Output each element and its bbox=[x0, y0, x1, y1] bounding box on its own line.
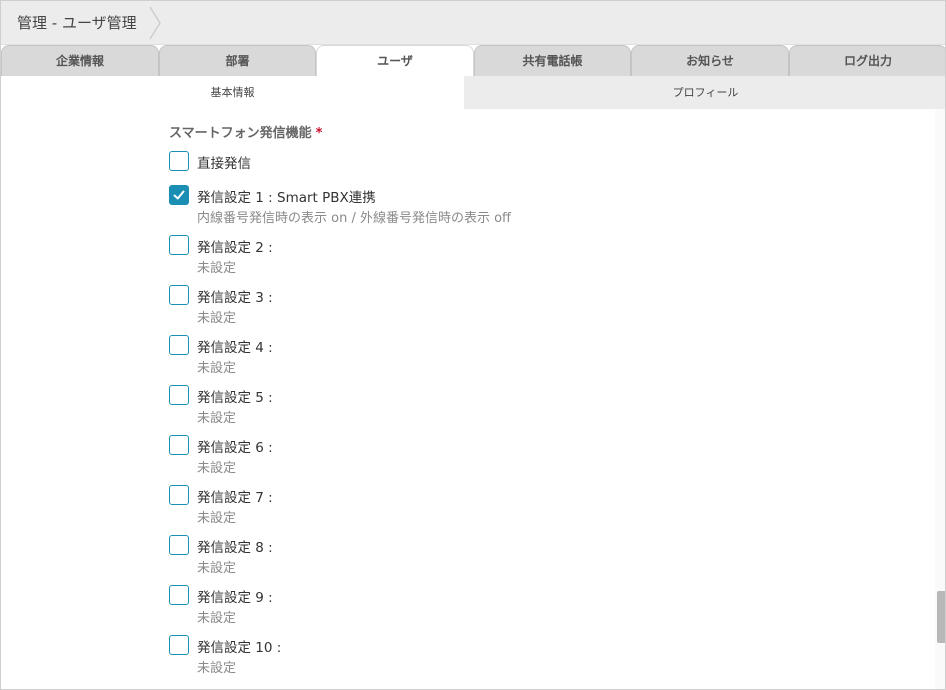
subtab-profile[interactable]: プロフィール bbox=[464, 76, 945, 109]
checkbox[interactable] bbox=[169, 385, 189, 405]
option-description: 未設定 bbox=[197, 661, 237, 676]
tab-user[interactable]: ユーザ bbox=[316, 45, 474, 77]
section-title-text: スマートフォン発信機能 bbox=[169, 126, 312, 141]
tab-label: ユーザ bbox=[377, 54, 413, 68]
chevron-right-icon bbox=[149, 6, 161, 40]
option-description: 未設定 bbox=[197, 411, 237, 426]
option-label: 直接発信 bbox=[197, 156, 251, 172]
option-description: 未設定 bbox=[197, 511, 237, 526]
checkbox[interactable] bbox=[169, 335, 189, 355]
sub-tabs: 基本情報 プロフィール bbox=[1, 76, 945, 109]
breadcrumb: 管理 - ユーザ管理 bbox=[1, 1, 945, 45]
option-label: 発信設定 1 : Smart PBX連携 bbox=[197, 190, 376, 206]
check-icon bbox=[173, 190, 185, 200]
checkbox[interactable] bbox=[169, 585, 189, 605]
subtab-basic-info[interactable]: 基本情報 bbox=[1, 76, 464, 109]
option-label: 発信設定 7 : bbox=[197, 490, 273, 506]
checkbox[interactable] bbox=[169, 485, 189, 505]
checkbox[interactable] bbox=[169, 435, 189, 455]
option-label: 発信設定 2 : bbox=[197, 240, 273, 256]
option-label: 発信設定 10 : bbox=[197, 640, 282, 656]
section-title: スマートフォン発信機能 * bbox=[169, 122, 322, 141]
checkbox[interactable] bbox=[169, 285, 189, 305]
option-description: 内線番号発信時の表示 on / 外線番号発信時の表示 off bbox=[197, 211, 512, 226]
option-label: 発信設定 4 : bbox=[197, 340, 273, 356]
tab-department[interactable]: 部署 bbox=[159, 45, 316, 76]
tab-notices[interactable]: お知らせ bbox=[631, 45, 789, 76]
option-description: 未設定 bbox=[197, 261, 237, 276]
required-mark: * bbox=[315, 126, 323, 141]
option-label: 発信設定 9 : bbox=[197, 590, 273, 606]
tab-log-output[interactable]: ログ出力 bbox=[789, 45, 945, 76]
option-description: 未設定 bbox=[197, 361, 237, 376]
option-label: 発信設定 6 : bbox=[197, 440, 273, 456]
checkbox[interactable] bbox=[169, 535, 189, 555]
subtab-label: プロフィール bbox=[672, 86, 739, 99]
option-description: 未設定 bbox=[197, 461, 237, 476]
form-content: スマートフォン発信機能 * 直接発信 発信設定 1 : Smart PBX連携 内… bbox=[1, 109, 935, 689]
checkbox[interactable] bbox=[169, 151, 189, 171]
option-description: 未設定 bbox=[197, 561, 237, 576]
checkbox[interactable] bbox=[169, 635, 189, 655]
option-label: 発信設定 5 : bbox=[197, 390, 273, 406]
app-window: 管理 - ユーザ管理 企業情報 部署 ユーザ 共有電話帳 お知らせ ログ出力 基… bbox=[0, 0, 946, 690]
option-description: 未設定 bbox=[197, 611, 237, 626]
tab-label: 共有電話帳 bbox=[522, 54, 583, 68]
breadcrumb-item[interactable]: 管理 - ユーザ管理 bbox=[17, 12, 137, 33]
scrollbar-thumb[interactable] bbox=[937, 591, 945, 643]
tab-shared-phonebook[interactable]: 共有電話帳 bbox=[474, 45, 631, 76]
option-label: 発信設定 3 : bbox=[197, 290, 273, 306]
option-description: 未設定 bbox=[197, 311, 237, 326]
tab-company-info[interactable]: 企業情報 bbox=[1, 45, 159, 76]
tab-label: ログ出力 bbox=[843, 54, 892, 68]
tab-label: 部署 bbox=[225, 54, 250, 68]
checkbox[interactable] bbox=[169, 185, 189, 205]
tab-label: 企業情報 bbox=[55, 54, 104, 68]
checkbox[interactable] bbox=[169, 235, 189, 255]
option-label: 発信設定 8 : bbox=[197, 540, 273, 556]
tab-label: お知らせ bbox=[686, 54, 734, 68]
main-tabs: 企業情報 部署 ユーザ 共有電話帳 お知らせ ログ出力 bbox=[1, 45, 945, 77]
subtab-label: 基本情報 bbox=[210, 86, 255, 99]
